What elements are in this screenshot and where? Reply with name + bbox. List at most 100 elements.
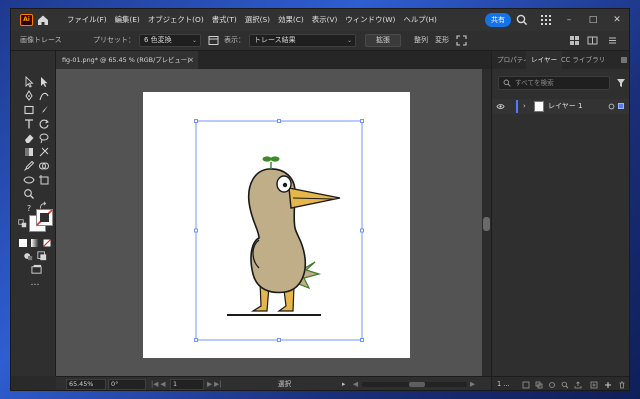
rectangle-tool-icon[interactable] [23,104,35,116]
expand-arrow-icon[interactable]: › [523,99,526,114]
menu-item[interactable]: ファイル(F) [63,9,111,31]
menu-item[interactable]: オブジェクト(O) [144,9,208,31]
rotation-field[interactable]: 0° [108,379,146,390]
rotate-tool-icon[interactable] [38,118,50,130]
home-icon[interactable] [36,13,50,27]
new-layer-icon[interactable] [604,381,612,389]
traced-duck-artwork[interactable] [143,92,410,358]
scroll-thumb[interactable] [483,217,490,231]
color-mode-none[interactable] [43,239,51,247]
selection-tool-icon[interactable] [23,76,35,88]
chevron-down-icon: ⌄ [346,37,352,44]
panel-name: 画像トレース [20,36,62,44]
screen-mode-icon[interactable] [31,264,42,275]
app-logo: Ai [20,14,33,26]
grid-icon[interactable] [539,13,553,27]
artboard[interactable] [143,92,410,358]
edit-toolbar-icon[interactable]: … [28,279,42,291]
layer-row[interactable]: › レイヤー 1 [492,99,629,114]
expand-button[interactable]: 拡張 [365,34,401,47]
width-tool-icon[interactable] [23,174,35,186]
new-sublayer-icon[interactable] [590,381,598,389]
share-button[interactable]: 共有 [485,13,511,27]
control-bar: 画像トレース プリセット： 6 色変換 ⌄ 表示： トレース結果 ⌄ 拡張 整列… [11,31,629,51]
trace-panel-icon[interactable] [208,35,219,46]
zoom-tool-icon[interactable] [23,188,35,200]
mesh-tool-icon[interactable] [38,146,50,158]
first-artboard-icon[interactable]: |◀ ◀ [151,377,165,390]
help-icon[interactable]: ? [23,203,35,215]
locate-object-icon[interactable] [522,381,530,389]
panel-menu-icon[interactable] [620,56,628,64]
scroll-right-icon[interactable]: ▶ [470,377,475,390]
preset-label: プリセット： [93,36,135,44]
preset-value: 6 色変換 [144,36,172,44]
align-button[interactable]: 整列 [414,31,428,50]
menu-item[interactable]: ヘルプ(H) [399,9,441,31]
search-layer-icon[interactable] [561,381,569,389]
next-artboard-icon[interactable]: ▶ ▶| [207,377,221,390]
selection-indicator[interactable] [618,103,624,109]
draw-mode-icon[interactable] [23,251,33,261]
collect-icon[interactable] [548,381,556,389]
close-icon[interactable]: ✕ [603,9,629,31]
layer-thumbnail [534,101,544,112]
layer-draw-icon[interactable] [37,251,47,261]
vertical-scrollbar[interactable] [482,69,491,376]
menu-item[interactable]: 表示(V) [308,9,342,31]
delete-layer-icon[interactable] [618,381,626,389]
export-icon[interactable] [574,381,582,389]
preset-select[interactable]: 6 色変換 ⌄ [139,34,201,47]
type-tool-icon[interactable] [23,118,35,130]
paintbrush-tool-icon[interactable] [38,104,50,116]
chevron-down-icon: ⌄ [191,37,197,44]
layer-count: 1 ... [497,380,510,388]
view-select[interactable]: トレース結果 ⌄ [249,34,356,47]
visibility-eye-icon[interactable] [496,102,505,111]
eraser-tool-icon[interactable] [23,132,35,144]
transform-button[interactable]: 変形 [435,31,449,50]
color-mode-fill[interactable] [19,239,27,247]
search-icon [503,79,511,87]
menu-item[interactable]: 書式(T) [208,9,241,31]
artboard-number-field[interactable]: 1 [170,379,204,390]
layer-name[interactable]: レイヤー 1 [548,99,582,114]
target-icon[interactable] [608,103,615,110]
expand-icon[interactable] [456,35,467,46]
color-mode-gradient[interactable] [31,239,39,247]
horizontal-scroll-thumb[interactable] [409,382,425,387]
tab-cc-libraries[interactable]: CC ライブラリ [556,51,610,69]
default-colors-icon[interactable] [18,219,27,228]
arrange-icon[interactable] [569,35,580,46]
view-label: 表示： [224,36,245,44]
layers-panel: プロパティ レイヤー CC ライブラリ すべてを検索 › レイヤー 1 1 ..… [491,51,629,390]
fill-swatch[interactable] [36,209,53,226]
document-tab[interactable]: fig-01.png* @ 65.45 % (RGB/プレビュー) [56,51,198,69]
menu-item[interactable]: 選択(S) [241,9,274,31]
menu-item[interactable]: 効果(C) [274,9,308,31]
shape-builder-tool-icon[interactable] [38,160,50,172]
zoom-field[interactable]: 65.45% [66,379,106,390]
view-value: トレース結果 [254,36,296,44]
pen-tool-icon[interactable] [23,90,35,102]
workspace-icon[interactable] [587,35,598,46]
search-placeholder: すべてを検索 [515,79,554,87]
lasso-tool-icon[interactable] [38,132,50,144]
menu-item[interactable]: 編集(E) [111,9,144,31]
search-icon[interactable] [515,13,529,27]
canvas[interactable] [56,69,491,376]
scroll-left-icon[interactable]: ◀ [353,377,358,390]
horizontal-scrollbar[interactable] [362,382,467,387]
close-icon[interactable]: × [188,51,194,69]
filter-icon[interactable] [616,78,626,88]
menu-item[interactable]: ウィンドウ(W) [341,9,399,31]
panel-menu-icon[interactable] [607,35,618,46]
clipping-mask-icon[interactable] [535,381,543,389]
curvature-tool-icon[interactable] [38,90,50,102]
gradient-tool-icon[interactable] [23,146,35,158]
artboard-tool-icon[interactable] [38,174,50,186]
eyedropper-tool-icon[interactable] [23,160,35,172]
layer-search-input[interactable]: すべてを検索 [498,76,610,90]
direct-selection-tool-icon[interactable] [38,76,50,88]
status-menu-icon[interactable]: ▸ [342,377,345,390]
